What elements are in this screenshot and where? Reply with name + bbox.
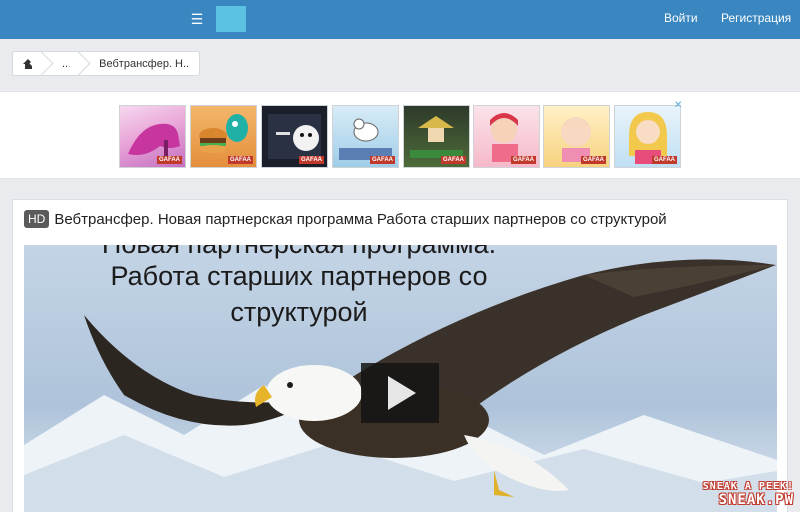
video-title-row: HD Вебтрансфер. Новая партнерская програ… xyxy=(24,208,667,230)
watermark-line1: SNEAK A PEEK! xyxy=(702,481,794,492)
ad-tag: GAFAA xyxy=(228,156,253,164)
ad-game-thumb[interactable]: GAFAA xyxy=(261,105,328,168)
hd-badge: HD xyxy=(24,210,50,228)
watermark-line2: SNEAK.PW xyxy=(718,492,794,508)
ad-tag: GAFAA xyxy=(157,156,182,164)
login-link[interactable]: Войти xyxy=(664,11,698,25)
video-caption-line1: Новая партнерская программа. xyxy=(24,245,574,260)
ad-tag: GAFAA xyxy=(652,156,677,164)
play-button[interactable] xyxy=(361,363,439,423)
breadcrumb-bar: ... Вебтрансфер. Н.. xyxy=(0,39,800,91)
hamburger-menu-button[interactable]: ☰ xyxy=(187,9,207,29)
ad-game-thumb[interactable]: GAFAA xyxy=(190,105,257,168)
ad-game-thumb[interactable]: GAFAA xyxy=(614,105,681,168)
close-icon: ✕ xyxy=(674,100,683,111)
register-link[interactable]: Регистрация xyxy=(721,11,791,25)
ad-banner: GAFAA GAFAA GAFAA GAFAA GAFAA GAFAA GAFA… xyxy=(0,91,800,179)
ad-tag: GAFAA xyxy=(581,156,606,164)
breadcrumb-home[interactable] xyxy=(13,52,44,75)
breadcrumb: ... Вебтрансфер. Н.. xyxy=(12,51,201,76)
ad-game-thumb[interactable]: GAFAA xyxy=(473,105,540,168)
ad-tag: GAFAA xyxy=(299,156,324,164)
home-icon xyxy=(23,58,34,69)
breadcrumb-current[interactable]: Вебтрансфер. Н.. xyxy=(81,52,199,75)
ad-game-thumb[interactable]: GAFAA xyxy=(403,105,470,168)
ad-game-thumb[interactable]: GAFAA xyxy=(119,105,186,168)
ad-tag: GAFAA xyxy=(441,156,466,164)
ad-game-thumb[interactable]: GAFAA xyxy=(332,105,399,168)
ad-tag: GAFAA xyxy=(511,156,536,164)
breadcrumb-current-label: Вебтрансфер. Н.. xyxy=(99,57,190,70)
video-caption-line2: Работа старших партнеров со xyxy=(110,261,488,291)
top-navbar: ☰ Войти Регистрация xyxy=(0,0,800,39)
video-title[interactable]: Вебтрансфер. Новая партнерская программа… xyxy=(54,211,666,228)
site-logo[interactable] xyxy=(216,6,246,32)
video-caption-line3: структурой xyxy=(230,297,368,327)
video-player[interactable]: Новая партнерская программа. Работа стар… xyxy=(24,245,777,512)
video-panel: HD Вебтрансфер. Новая партнерская програ… xyxy=(12,199,788,512)
ad-close-button[interactable]: ✕ xyxy=(674,101,684,111)
breadcrumb-ellipsis-label: ... xyxy=(62,57,72,70)
ad-game-thumb[interactable]: GAFAA xyxy=(543,105,610,168)
ad-tag: GAFAA xyxy=(370,156,395,164)
hamburger-icon: ☰ xyxy=(190,11,204,27)
